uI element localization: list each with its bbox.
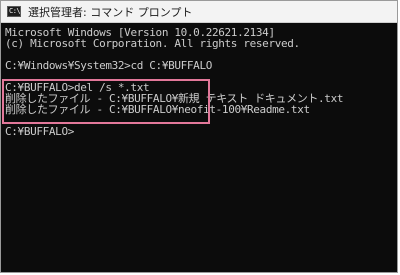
title-bar[interactable]: C:\ 選択管理者: コマンド プロンプト — [1, 1, 397, 23]
console-output[interactable]: Microsoft Windows [Version 10.0.22621.21… — [1, 23, 397, 272]
console-line: C:¥Windows¥System32>cd C:¥BUFFALO — [5, 59, 212, 72]
command-prompt-icon: C:\ — [7, 6, 21, 17]
console-line: 削除したファイル - C:¥BUFFALO¥neofit-100¥Readme.… — [5, 103, 310, 116]
console-prompt-line: C:¥BUFFALO> — [5, 125, 74, 138]
window-title: 選択管理者: コマンド プロンプト — [28, 5, 193, 19]
command-prompt-window: C:\ 選択管理者: コマンド プロンプト Microsoft Windows … — [0, 0, 398, 273]
console-line: (c) Microsoft Corporation. All rights re… — [5, 37, 300, 50]
